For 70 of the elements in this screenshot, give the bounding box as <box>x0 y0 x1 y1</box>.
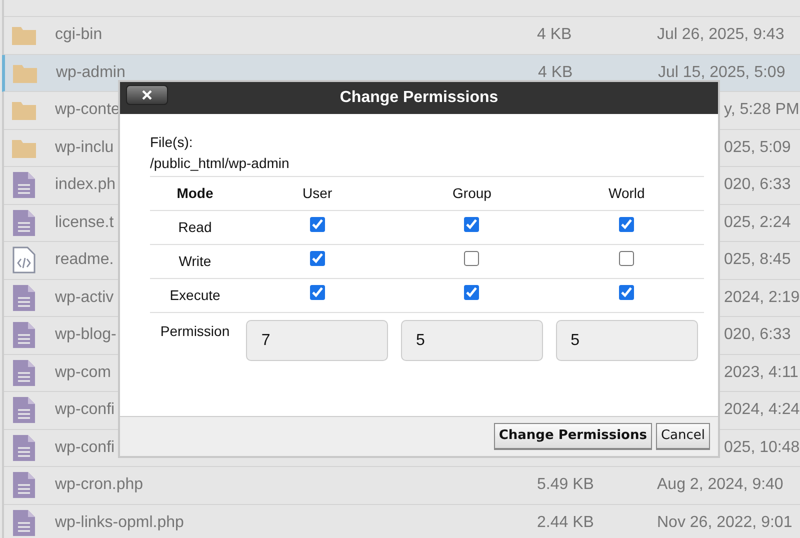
permission-label: Permission <box>150 312 240 362</box>
file-name: wp-confi <box>55 401 115 418</box>
file-name: readme. <box>55 251 114 268</box>
document-icon <box>12 358 36 387</box>
permission-checkbox[interactable] <box>464 251 480 266</box>
file-name: wp-links-opml.php <box>55 514 184 531</box>
file-size: 4 KB <box>537 26 572 44</box>
permission-field[interactable]: 7 <box>246 320 388 361</box>
column-header: Mode <box>150 176 240 210</box>
file-name: wp-confi <box>55 438 115 456</box>
permission-checkbox[interactable] <box>619 285 634 300</box>
permission-checkbox[interactable] <box>464 285 480 300</box>
file-date: 2024, 2:19 <box>724 288 800 308</box>
document-icon <box>12 171 36 200</box>
file-name: wp-inclu <box>55 138 114 156</box>
file-row[interactable]: wp-links-opml.php 2.44 KB Nov 26, 2022, 9:01 <box>4 504 800 538</box>
file-date: 025, 2:24 <box>724 212 791 233</box>
document-icon <box>12 434 36 462</box>
file-name: wp-com <box>55 364 112 381</box>
files-label: File(s): <box>150 133 194 152</box>
close-icon <box>142 90 152 100</box>
file-date: Jul 15, 2025, 5:09 <box>658 62 786 83</box>
file-size: 2.44 KB <box>537 514 594 531</box>
mode-label: Write <box>150 244 240 278</box>
file-date: 025, 8:45 <box>724 250 791 270</box>
permission-checkbox[interactable] <box>464 217 480 232</box>
file-name: wp-cron.php <box>55 476 144 494</box>
cancel-button[interactable]: Cancel <box>656 423 710 450</box>
file-date: 2023, 4:11 <box>724 362 798 383</box>
permission-checkbox[interactable] <box>310 217 325 232</box>
file-date: 020, 6:33 <box>724 325 791 346</box>
permission-field[interactable]: 5 <box>556 320 698 361</box>
document-icon <box>12 508 36 537</box>
file-name: license.t <box>55 214 114 231</box>
mode-label: Execute <box>150 278 240 312</box>
file-size: 5.49 KB <box>537 476 594 494</box>
permission-checkbox[interactable] <box>619 217 634 232</box>
file-name: wp-admin <box>56 64 126 81</box>
file-date: 025, 5:09 <box>724 138 791 158</box>
file-date: 025, 10:48 <box>724 438 800 458</box>
file-name: cgi-bin <box>55 26 102 44</box>
mode-label: Read <box>150 210 240 244</box>
file-date: 2024, 4:24 <box>724 400 800 420</box>
column-header: Group <box>394 176 550 210</box>
document-icon <box>12 396 36 424</box>
file-date: Aug 2, 2024, 9:40 <box>657 475 784 496</box>
close-button[interactable] <box>126 85 168 105</box>
file-name: wp-activ <box>55 288 114 306</box>
file-name: wp-conte <box>55 101 120 118</box>
file-date: Jul 26, 2025, 9:43 <box>657 25 784 46</box>
permission-checkbox[interactable] <box>310 251 325 266</box>
column-header: World <box>549 176 704 210</box>
file-row[interactable]: wp-cron.php 5.49 KB Aug 2, 2024, 9:40 <box>4 467 800 504</box>
file-date: Nov 26, 2022, 9:01 <box>657 512 792 533</box>
file-path: /public_html/wp-admin <box>150 154 290 173</box>
file-date: y, 5:28 PM <box>724 100 800 120</box>
document-icon <box>12 471 36 500</box>
document-icon <box>12 321 36 350</box>
file-size: 4 KB <box>538 64 573 81</box>
column-header: User <box>240 176 395 210</box>
file-date: 020, 6:33 <box>724 175 791 196</box>
file-name: wp-blog- <box>55 326 116 344</box>
permission-checkbox[interactable] <box>619 251 634 266</box>
permission-checkbox[interactable] <box>310 285 325 300</box>
file-name: index.ph <box>55 176 116 194</box>
permission-field[interactable]: 5 <box>400 320 543 361</box>
change-permissions-button[interactable]: Change Permissions <box>494 423 652 450</box>
document-icon <box>12 284 36 312</box>
code-file-icon <box>12 246 36 274</box>
document-icon <box>12 208 36 237</box>
